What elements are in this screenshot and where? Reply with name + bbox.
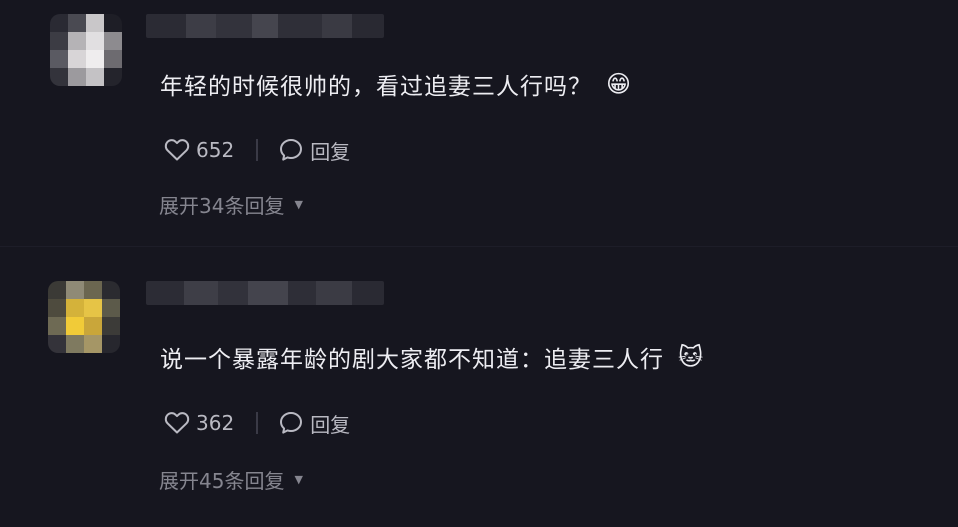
heart-icon	[164, 411, 190, 435]
comment-text: 年轻的时候很帅的，看过追妻三人行吗？ 😁	[160, 67, 632, 101]
caret-down-icon: ▼	[294, 198, 303, 211]
caret-down-icon: ▼	[294, 473, 303, 486]
comment-actions: 652 回复	[164, 135, 350, 165]
expand-replies-button[interactable]: 展开34条回复 ▼	[159, 190, 303, 219]
cat-face-emoji: 🐱	[678, 343, 705, 371]
grinning-face-emoji: 😁	[606, 70, 633, 98]
expand-replies-label: 展开45条回复	[159, 469, 285, 493]
avatar[interactable]	[50, 14, 122, 86]
comment-divider	[0, 246, 958, 247]
expand-replies-button[interactable]: 展开45条回复 ▼	[159, 465, 303, 494]
reply-label: 回复	[310, 412, 351, 437]
speech-bubble-icon	[278, 410, 304, 436]
username-blurred[interactable]	[146, 281, 384, 305]
avatar[interactable]	[48, 281, 120, 353]
comment-text: 说一个暴露年龄的剧大家都不知道：追妻三人行 🐱	[160, 340, 704, 374]
speech-bubble-icon	[278, 137, 304, 163]
like-count: 362	[196, 411, 235, 435]
expand-replies-label: 展开34条回复	[159, 194, 285, 218]
username-blurred[interactable]	[146, 14, 384, 38]
heart-icon	[164, 138, 190, 162]
action-divider	[256, 139, 259, 161]
like-button[interactable]: 362	[164, 411, 234, 435]
reply-button[interactable]: 回复	[278, 409, 350, 438]
reply-button[interactable]: 回复	[278, 136, 350, 165]
comment-actions: 362 回复	[164, 408, 350, 438]
comment-body: 说一个暴露年龄的剧大家都不知道：追妻三人行	[160, 347, 664, 373]
reply-label: 回复	[310, 139, 351, 164]
like-count: 652	[196, 138, 235, 162]
like-button[interactable]: 652	[164, 138, 234, 162]
action-divider	[256, 412, 259, 434]
comment-body: 年轻的时候很帅的，看过追妻三人行吗？	[160, 74, 592, 100]
comment-feed: 年轻的时候很帅的，看过追妻三人行吗？ 😁 652 回复 展开34条回复 ▼ 说一…	[0, 0, 958, 527]
